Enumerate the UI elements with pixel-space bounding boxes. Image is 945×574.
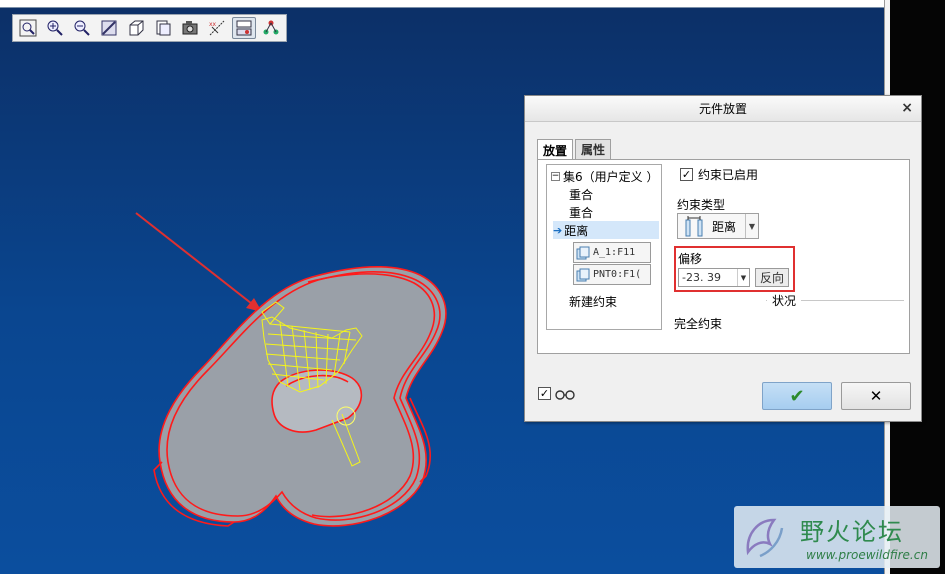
chevron-down-icon[interactable]: ▼ xyxy=(737,269,749,286)
new-constraint-item[interactable]: 新建约束 xyxy=(569,292,617,310)
offset-label: 偏移 xyxy=(678,252,703,266)
saved-view-icon[interactable] xyxy=(124,17,148,39)
new-constraint-label: 新建约束 xyxy=(569,294,618,309)
chevron-down-icon[interactable]: ▼ xyxy=(745,214,758,238)
close-icon[interactable]: × xyxy=(901,100,913,116)
ok-button[interactable]: ✔ xyxy=(762,382,832,410)
status-value: 完全约束 xyxy=(674,317,723,331)
checkmark-icon: ✔ xyxy=(789,385,805,407)
preview-checkbox[interactable]: ✓ xyxy=(538,387,551,400)
glasses-icon xyxy=(555,389,575,400)
display-style-icon[interactable] xyxy=(178,17,202,39)
tree-set-node[interactable]: − 集6（用户定义 ） xyxy=(551,167,658,185)
spin-center-icon[interactable] xyxy=(232,17,256,39)
svg-text:xx: xx xyxy=(209,21,217,28)
constraint-type-label: 约束类型 xyxy=(677,198,726,212)
tree-item-label: 距离 xyxy=(564,223,589,238)
tab-properties[interactable]: 属性 xyxy=(575,139,612,159)
dialog-tabs: 放置 属性 xyxy=(537,139,613,160)
close-icon: ✕ xyxy=(869,387,883,405)
repaint-icon[interactable] xyxy=(97,17,121,39)
constraint-type-value: 距离 xyxy=(712,219,737,234)
status-title: 状况 xyxy=(767,292,802,309)
watermark: 野火论坛 www.proewildfire.cn xyxy=(734,506,940,568)
collapse-icon[interactable]: − xyxy=(551,171,560,181)
zoom-in-icon[interactable] xyxy=(43,17,67,39)
constraint-enabled-checkbox[interactable]: ✓ xyxy=(680,168,693,181)
offset-highlight: 偏移 -23. 39 ▼ 反向 xyxy=(674,246,795,292)
dialog-title: 元件放置 xyxy=(698,102,747,116)
tree-item-distance[interactable]: ➔ 距离 xyxy=(553,221,659,239)
constraint-enabled-label: 约束已启用 xyxy=(698,168,759,182)
current-arrow-icon: ➔ xyxy=(553,223,563,237)
reference-label: A_1:F11 xyxy=(593,247,636,258)
view-toolbar: xx xyxy=(12,14,287,42)
reference-collector-1[interactable]: A_1:F11 xyxy=(573,242,651,263)
point-reference-icon xyxy=(576,268,590,281)
axis-reference-icon xyxy=(576,246,590,259)
assembly-model[interactable] xyxy=(120,200,460,540)
tree-item-coincident-2[interactable]: 重合 xyxy=(569,203,593,221)
reference-collector-2[interactable]: PNT0:F1( xyxy=(573,264,651,285)
flip-button[interactable]: 反向 xyxy=(755,268,789,287)
cancel-button[interactable]: ✕ xyxy=(841,382,911,410)
constraint-tree[interactable]: − 集6（用户定义 ） 重合 重合 ➔ 距离 A_1:F11 PNT0:F1( xyxy=(546,164,662,330)
offset-input[interactable]: -23. 39 ▼ xyxy=(678,268,750,287)
zoom-fit-icon[interactable] xyxy=(16,17,40,39)
tree-item-coincident-1[interactable]: 重合 xyxy=(569,185,593,203)
tree-set-label: 集6（用户定义 ） xyxy=(563,169,659,184)
annotation-icon[interactable] xyxy=(259,17,283,39)
view-manager-icon[interactable] xyxy=(151,17,175,39)
preview-toggle[interactable]: ✓ xyxy=(538,387,575,400)
forum-logo xyxy=(746,518,784,558)
forum-name: 野火论坛 xyxy=(800,518,904,546)
distance-constraint-icon xyxy=(685,216,703,237)
offset-value: -23. 39 xyxy=(682,271,721,284)
dialog-title-bar[interactable]: 元件放置 × xyxy=(525,96,921,122)
tab-placement[interactable]: 放置 xyxy=(537,139,574,160)
constraint-type-select[interactable]: 距离 ▼ xyxy=(677,213,759,239)
tree-item-label: 重合 xyxy=(569,205,594,220)
constraint-properties: ✓ 约束已启用 约束类型 距离 ▼ 偏移 -23. 39 ▼ 反向 状况 完全约… xyxy=(674,160,911,355)
reference-label: PNT0:F1( xyxy=(593,269,642,280)
zoom-out-icon[interactable] xyxy=(70,17,94,39)
placement-panel: − 集6（用户定义 ） 重合 重合 ➔ 距离 A_1:F11 PNT0:F1( xyxy=(537,159,910,354)
forum-url: www.proewildfire.cn xyxy=(806,548,928,562)
datum-display-icon[interactable]: xx xyxy=(205,17,229,39)
tree-item-label: 重合 xyxy=(569,187,594,202)
component-placement-dialog: 元件放置 × 放置 属性 − 集6（用户定义 ） 重合 重合 ➔ 距离 A_1:… xyxy=(524,95,922,422)
window-top-border xyxy=(0,0,884,8)
constraint-enabled-row[interactable]: ✓ 约束已启用 xyxy=(680,166,758,183)
